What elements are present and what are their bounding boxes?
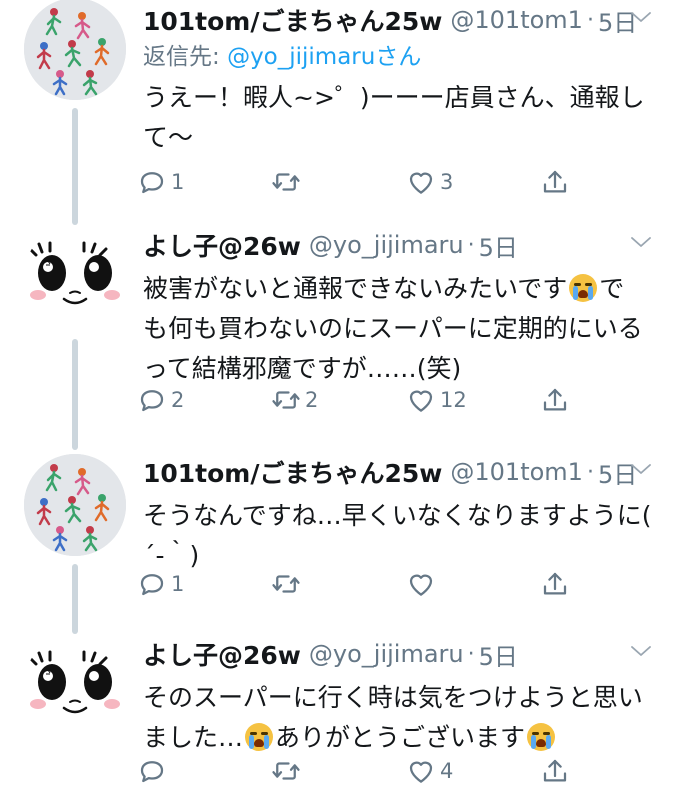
tweet-text: 被害がないと通報できないみたいです で も何も買わないのにスーパーに定期的にいる …: [143, 269, 658, 389]
reply-context: 返信先: @yo_jijimaruさん: [143, 40, 658, 74]
speech-bubble-icon: [137, 167, 167, 197]
tweet-text: うえー！暇人~>゜)ーーー店員さん、通報し て〜: [143, 83, 645, 152]
reply-count: 1: [171, 170, 185, 194]
chevron-down-icon[interactable]: [630, 10, 652, 24]
heart-icon: [406, 756, 436, 786]
tweet-actions: 4: [143, 751, 658, 791]
thread-line: [72, 339, 78, 450]
tweet-actions: 1: [143, 564, 658, 604]
tweet-actions: 2 2 12: [143, 380, 658, 420]
heart-icon: [406, 569, 436, 599]
retweet-button[interactable]: [271, 564, 305, 604]
tweet[interactable]: よし子@26w @yo_jijimaru · 5日 そのスーパーに行く時は気をつ…: [0, 634, 680, 793]
user-handle[interactable]: @yo_jijimaru: [309, 231, 464, 259]
separator-dot: ·: [586, 459, 594, 485]
avatar[interactable]: [24, 0, 126, 100]
like-count: 12: [440, 388, 467, 412]
retweet-button[interactable]: [271, 751, 305, 791]
tweet-header: よし子@26w @yo_jijimaru · 5日: [143, 634, 658, 674]
separator-dot: ·: [586, 7, 594, 33]
avatar[interactable]: [24, 225, 126, 327]
like-count: 3: [440, 170, 454, 194]
speech-bubble-icon: [137, 756, 167, 786]
tweet[interactable]: 101tom/ごまちゃん25w @101tom1 · 5日 返信先: @yo_j…: [0, 0, 680, 225]
thread-line: [72, 564, 78, 634]
retweet-arrows-icon: [271, 569, 301, 599]
like-count: 4: [440, 759, 454, 783]
reply-count: 1: [171, 572, 185, 596]
retweet-arrows-icon: [271, 167, 301, 197]
heart-icon: [406, 385, 436, 415]
crying-emoji-icon: [245, 723, 274, 751]
user-handle[interactable]: @101tom1: [450, 458, 583, 486]
avatar[interactable]: [24, 454, 126, 556]
reply-count: 2: [171, 388, 185, 412]
retweet-count: 2: [305, 388, 319, 412]
share-upload-icon: [540, 756, 570, 786]
thread-line: [72, 108, 78, 225]
reply-prefix: 返信先:: [143, 44, 228, 70]
like-button[interactable]: 12: [406, 380, 467, 420]
tweet-header: 101tom/ごまちゃん25w @101tom1 · 5日: [143, 0, 658, 40]
share-button[interactable]: [540, 751, 574, 791]
speech-bubble-icon: [137, 385, 167, 415]
share-button[interactable]: [540, 162, 574, 202]
reply-button[interactable]: [137, 751, 171, 791]
chevron-down-icon[interactable]: [630, 644, 652, 658]
reply-button[interactable]: 1: [137, 162, 184, 202]
display-name[interactable]: よし子@26w: [143, 636, 301, 672]
speech-bubble-icon: [137, 569, 167, 599]
timestamp[interactable]: 5日: [479, 637, 518, 672]
tweet[interactable]: 101tom/ごまちゃん25w @101tom1 · 5日 そうなんですね…早く…: [0, 452, 680, 634]
display-name[interactable]: 101tom/ごまちゃん25w: [143, 2, 442, 38]
share-upload-icon: [540, 167, 570, 197]
tweet-text: そのスーパーに行く時は気をつけようと思い ました… ありがとうございます: [143, 678, 658, 758]
retweet-arrows-icon: [271, 385, 301, 415]
chevron-down-icon[interactable]: [630, 235, 652, 249]
like-button[interactable]: [406, 564, 440, 604]
tweet-text-part: 被害がないと通報できないみたいです: [143, 274, 568, 303]
share-upload-icon: [540, 385, 570, 415]
user-handle[interactable]: @101tom1: [450, 6, 583, 34]
tweet-text-part: で: [599, 274, 625, 303]
tweet[interactable]: よし子@26w @yo_jijimaru · 5日 被害がないと通報できないみた…: [0, 225, 680, 450]
tweet-text-part: ありがとうございます: [275, 723, 526, 752]
separator-dot: ·: [467, 641, 475, 667]
crying-emoji-icon: [527, 723, 556, 751]
chevron-down-icon[interactable]: [630, 462, 652, 476]
tweet-header: よし子@26w @yo_jijimaru · 5日: [143, 225, 658, 265]
reply-suffix: さん: [375, 44, 422, 70]
retweet-button[interactable]: [271, 162, 305, 202]
retweet-arrows-icon: [271, 756, 301, 786]
user-handle[interactable]: @yo_jijimaru: [309, 640, 464, 668]
retweet-button[interactable]: 2: [271, 380, 318, 420]
like-button[interactable]: 3: [406, 162, 453, 202]
reply-button[interactable]: 2: [137, 380, 184, 420]
share-button[interactable]: [540, 564, 574, 604]
display-name[interactable]: よし子@26w: [143, 227, 301, 263]
share-upload-icon: [540, 569, 570, 599]
crying-emoji-icon: [569, 274, 598, 302]
tweet-actions: 1 3: [143, 162, 658, 202]
mention-link[interactable]: @yo_jijimaru: [227, 44, 375, 70]
share-button[interactable]: [540, 380, 574, 420]
avatar[interactable]: [24, 634, 126, 736]
like-button[interactable]: 4: [406, 751, 453, 791]
tweet-text-part: も何も買わないのにスーパーに定期的にいる って結構邪魔ですが……(笑): [143, 314, 643, 383]
heart-icon: [406, 167, 436, 197]
display-name[interactable]: 101tom/ごまちゃん25w: [143, 454, 442, 490]
tweet-header: 101tom/ごまちゃん25w @101tom1 · 5日: [143, 452, 658, 492]
separator-dot: ·: [467, 232, 475, 258]
reply-button[interactable]: 1: [137, 564, 184, 604]
timestamp[interactable]: 5日: [479, 228, 518, 263]
